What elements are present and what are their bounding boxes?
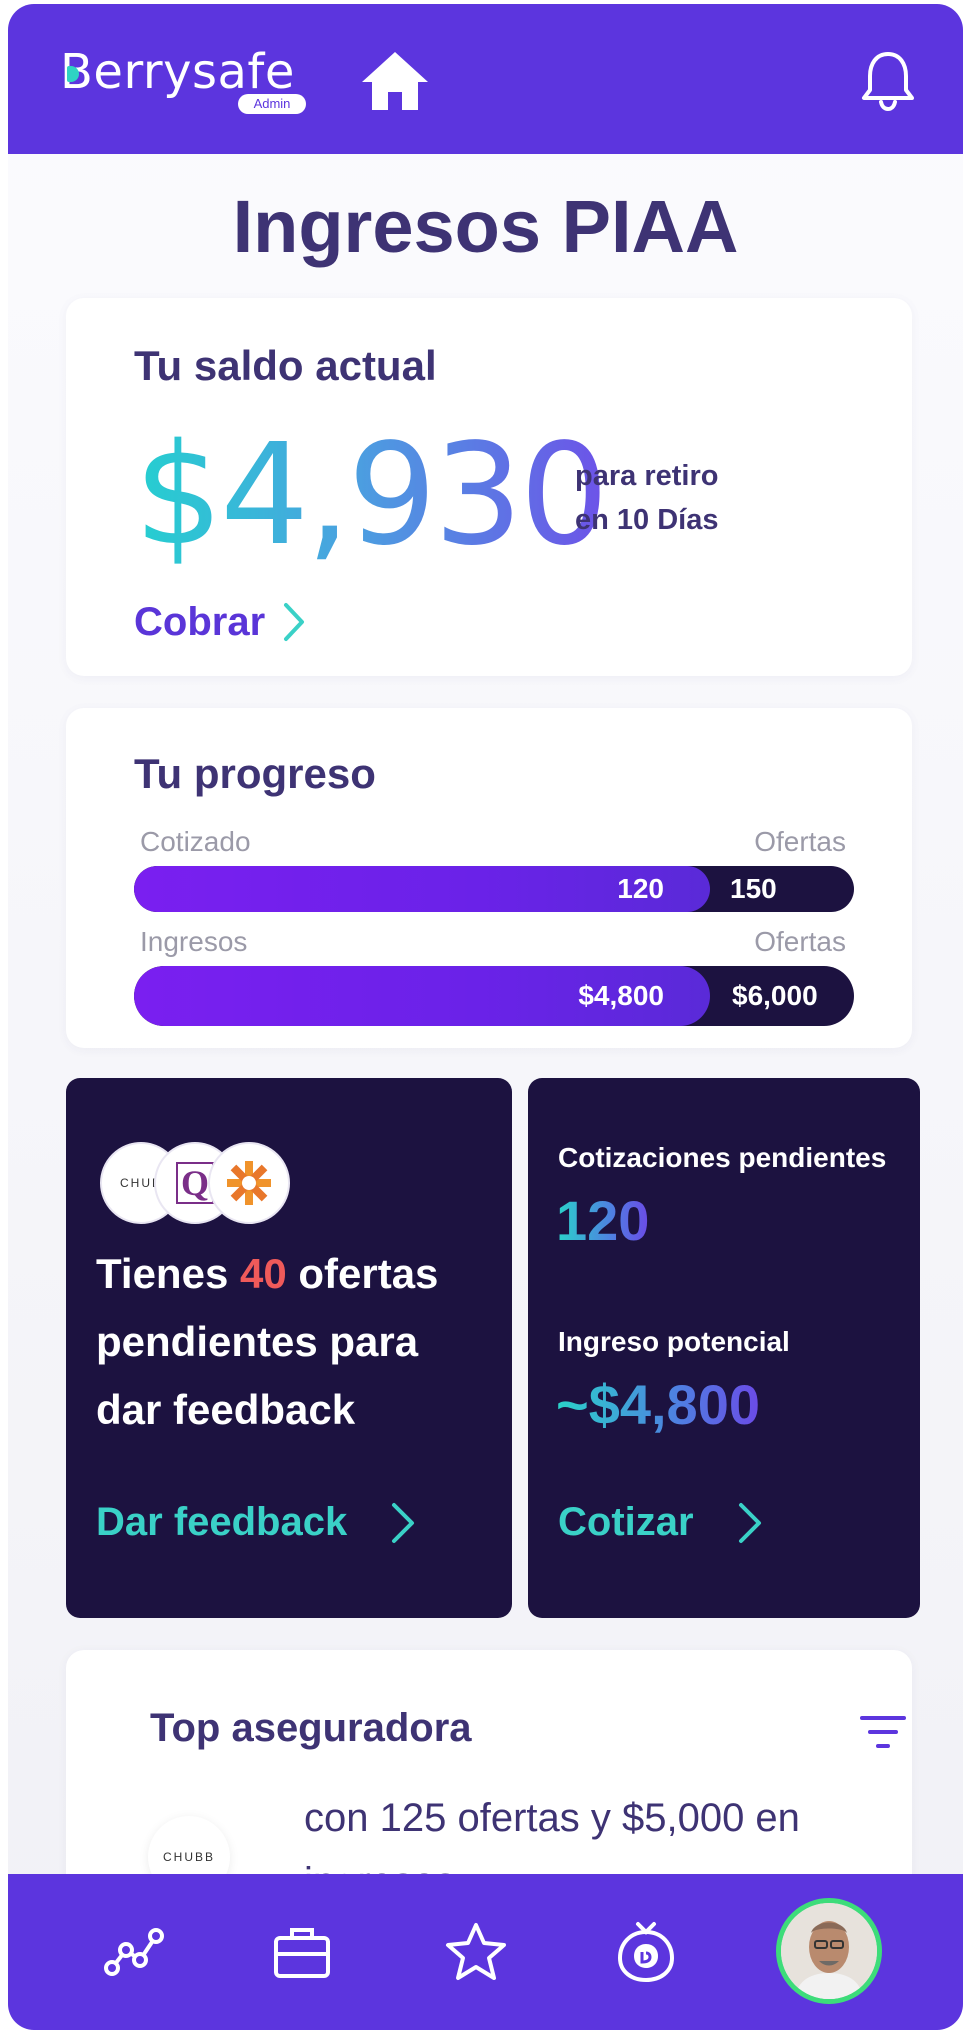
- income-progress-bar: $4,800 $6,000: [134, 966, 854, 1026]
- progress-heading: Tu progreso: [134, 750, 376, 797]
- feedback-line3: dar feedback: [96, 1386, 356, 1433]
- top-insurer-heading: Top aseguradora: [150, 1706, 472, 1750]
- logo-text: Berrysafe: [60, 44, 295, 100]
- quotes-stats-card: Cotizaciones pendientes 120 Ingreso pote…: [528, 1078, 920, 1618]
- withdrawal-note-line1: para retiro: [575, 460, 719, 492]
- income-label: Ingresos: [140, 926, 248, 957]
- withdrawal-note: para retiro en 10 Días: [575, 454, 718, 542]
- chevron-right-icon: [392, 1502, 415, 1543]
- berrysafe-logo: Berrysafe Admin: [60, 44, 306, 114]
- offers-label: Ofertas: [754, 826, 846, 857]
- income-total: $6,000: [732, 980, 818, 1011]
- feedback-card: CHUB Q Tienes 40 ofertas pendientes para…: [66, 1078, 512, 1618]
- cobrar-link[interactable]: Cobrar: [134, 594, 305, 650]
- balance-amount: $4,930: [134, 414, 609, 577]
- income-value: $4,800: [578, 980, 664, 1011]
- withdrawal-note-line2: en 10 Días: [575, 504, 719, 536]
- offers-label: Ofertas: [754, 926, 846, 957]
- pending-quotes-label: Cotizaciones pendientes: [558, 1142, 887, 1173]
- quoted-progress-bar: 120 150: [134, 866, 854, 912]
- feedback-line2: pendientes para: [96, 1318, 419, 1365]
- sun-logo: [208, 1142, 290, 1224]
- berry-icon[interactable]: [608, 1914, 684, 1990]
- chevron-right-icon: [738, 1502, 761, 1543]
- income-bar-labels: Ingresos Ofertas: [140, 926, 846, 958]
- potential-income-label: Ingreso potencial: [558, 1326, 790, 1357]
- analytics-icon[interactable]: [96, 1914, 172, 1990]
- quoted-bar-labels: Cotizado Ofertas: [140, 826, 846, 858]
- briefcase-icon[interactable]: [264, 1914, 340, 1990]
- star-icon[interactable]: [438, 1914, 514, 1990]
- top-bar: Berrysafe Admin: [8, 4, 963, 154]
- feedback-line1: Tienes 40 ofertas: [96, 1240, 496, 1308]
- admin-badge: Admin: [238, 94, 306, 114]
- progress-card: Tu progreso Cotizado Ofertas 120 150 Ing…: [66, 708, 912, 1048]
- quoted-label: Cotizado: [140, 826, 251, 857]
- chubb-logo-text: CHUBB: [162, 1850, 215, 1864]
- bottom-nav: [8, 1874, 963, 2030]
- app-frame: Berrysafe Admin Ingresos PIAA Tu saldo a…: [8, 4, 963, 2030]
- cotizar-label: Cotizar: [558, 1500, 694, 1544]
- sun-logo-icon: [227, 1161, 271, 1205]
- cotizar-link[interactable]: Cotizar: [558, 1500, 762, 1545]
- filter-icon[interactable]: [858, 1714, 908, 1750]
- pending-quotes-value: 120: [556, 1189, 650, 1252]
- feedback-message: Tienes 40 ofertas pendientes para dar fe…: [96, 1240, 496, 1444]
- potential-income-value: ~$4,800: [556, 1373, 760, 1436]
- insurer-logos: CHUB Q: [100, 1142, 290, 1226]
- balance-card: Tu saldo actual $4,930 para retiro en 10…: [66, 298, 912, 676]
- page-title: Ingresos PIAA: [232, 185, 739, 268]
- feedback-suffix: ofertas: [286, 1250, 439, 1297]
- bell-icon[interactable]: [860, 48, 916, 112]
- pending-offers-count: 40: [239, 1250, 287, 1297]
- give-feedback-link[interactable]: Dar feedback: [96, 1500, 415, 1545]
- chevron-right-icon: [284, 603, 305, 641]
- cobrar-label: Cobrar: [134, 599, 266, 644]
- quoted-total: 150: [730, 873, 777, 904]
- profile-avatar[interactable]: [776, 1898, 882, 2004]
- feedback-prefix: Tienes: [96, 1250, 240, 1297]
- quoted-value: 120: [617, 873, 664, 904]
- home-icon[interactable]: [360, 48, 430, 114]
- avatar-photo: [781, 1903, 877, 1999]
- balance-heading: Tu saldo actual: [134, 342, 437, 389]
- give-feedback-label: Dar feedback: [96, 1500, 348, 1544]
